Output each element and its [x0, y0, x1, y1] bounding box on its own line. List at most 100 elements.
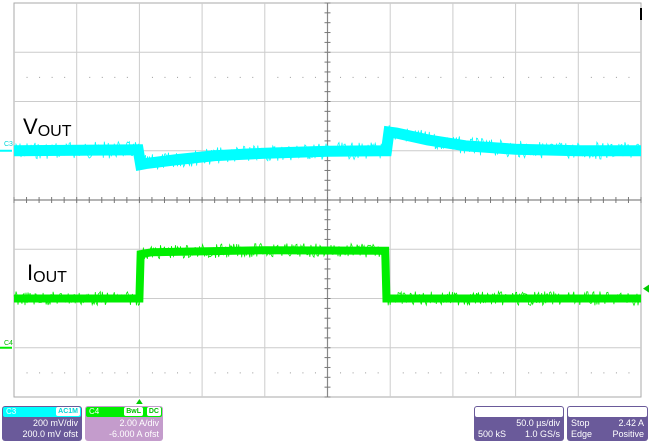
grid-dot [126, 372, 128, 374]
c4-channel-box[interactable]: C4 BwL DC 2.00 A/div -6.000 A ofst [85, 406, 163, 441]
grid-dot [465, 76, 467, 78]
c4-marker[interactable]: C4 [4, 340, 13, 347]
c4-coupling: DC [146, 407, 161, 416]
grid-dot [628, 372, 630, 374]
grid-dot [314, 372, 316, 374]
grid-dot [490, 372, 492, 374]
sample-count: 500 kS [478, 429, 507, 439]
grid-dot [490, 76, 492, 78]
grid-dot [477, 76, 479, 78]
c4-name: C4 [89, 407, 100, 416]
grid-dot [352, 372, 354, 374]
grid-dot [603, 76, 605, 78]
grid-dot [540, 372, 542, 374]
grid-dot [151, 76, 153, 78]
trigger-box[interactable]: Stop 2.42 A Edge Positive [567, 406, 648, 441]
grid-dot [314, 76, 316, 78]
grid-dot [615, 372, 617, 374]
grid-dot [365, 76, 367, 78]
grid-dot [189, 76, 191, 78]
grid-dot [528, 76, 530, 78]
grid-dot [340, 76, 342, 78]
c4-bandwidth: BwL [124, 407, 143, 416]
grid-dot [302, 372, 304, 374]
vout-label: VOUT [23, 114, 72, 140]
grid-dot [427, 76, 429, 78]
grid-dot [553, 76, 555, 78]
c3-marker[interactable]: C3 [4, 141, 13, 148]
c3-name: C3 [6, 407, 17, 416]
trigger-slope: Positive [612, 429, 644, 439]
grid-dot [64, 76, 66, 78]
grid-dot [101, 372, 103, 374]
cursor-marker-icon [640, 8, 642, 20]
grid-dot [239, 372, 241, 374]
grid-dot [565, 76, 567, 78]
grid-dot [214, 372, 216, 374]
grid-dot [39, 76, 41, 78]
c4-scale: 2.00 A/div [119, 418, 159, 428]
grid-dot [352, 76, 354, 78]
grid-dot [377, 76, 379, 78]
grid-dot [377, 372, 379, 374]
grid-dot [89, 372, 91, 374]
grid-dot [477, 372, 479, 374]
grid-dot [252, 76, 254, 78]
grid-dot [603, 372, 605, 374]
grid-dot [227, 372, 229, 374]
grid-dot [39, 372, 41, 374]
grid-dot [252, 372, 254, 374]
grid-dot [51, 372, 53, 374]
grid-dot [503, 372, 505, 374]
timebase-scale: 50.0 µs/div [516, 418, 560, 428]
grid-dot [540, 76, 542, 78]
grid-dot [590, 372, 592, 374]
sample-rate: 1.0 GS/s [524, 429, 560, 439]
grid-dot [89, 76, 91, 78]
grid-dot [101, 76, 103, 78]
grid-dot [553, 372, 555, 374]
grid-dot [465, 372, 467, 374]
trigger-mode: Stop [571, 418, 590, 428]
grid-dot [427, 372, 429, 374]
grid-dot [26, 372, 28, 374]
iout-label: IOUT [27, 260, 67, 286]
timebase-box[interactable]: 50.0 µs/div 500 kS 1.0 GS/s [474, 406, 564, 441]
grid-dot [615, 76, 617, 78]
grid-dot [440, 372, 442, 374]
grid-dot [227, 76, 229, 78]
grid-dot [277, 76, 279, 78]
c3-coupling: AC1M [56, 407, 80, 416]
grid-dot [415, 372, 417, 374]
grid-dot [402, 372, 404, 374]
grid-dot [114, 76, 116, 78]
grid-dot [214, 76, 216, 78]
grid-dot [590, 76, 592, 78]
grid-dot [289, 372, 291, 374]
trigger-level: 2.42 A [618, 418, 644, 428]
grid-dot [114, 372, 116, 374]
trigger-position-icon [136, 399, 143, 404]
grid-dot [164, 76, 166, 78]
grid-dot [164, 372, 166, 374]
c3-scale: 200 mV/div [32, 418, 78, 428]
grid-dot [189, 372, 191, 374]
trigger-type: Edge [571, 429, 593, 439]
grid-dot [239, 76, 241, 78]
c4-offset: -6.000 A ofst [108, 429, 159, 439]
grid-dot [503, 76, 505, 78]
grid-dot [365, 372, 367, 374]
trigger-level-icon [643, 284, 649, 293]
c3-offset: 200.0 mV ofst [22, 429, 78, 439]
grid-dot [26, 76, 28, 78]
grid-dot [177, 372, 179, 374]
grid-dot [177, 76, 179, 78]
grid-dot [340, 372, 342, 374]
c3-channel-box[interactable]: C3 AC1M 200 mV/div 200.0 mV ofst [2, 406, 82, 441]
grid-dot [151, 372, 153, 374]
grid-dot [277, 372, 279, 374]
grid-dot [51, 76, 53, 78]
scope-display [0, 2, 649, 404]
grid-dot [565, 372, 567, 374]
grid-dot [289, 76, 291, 78]
